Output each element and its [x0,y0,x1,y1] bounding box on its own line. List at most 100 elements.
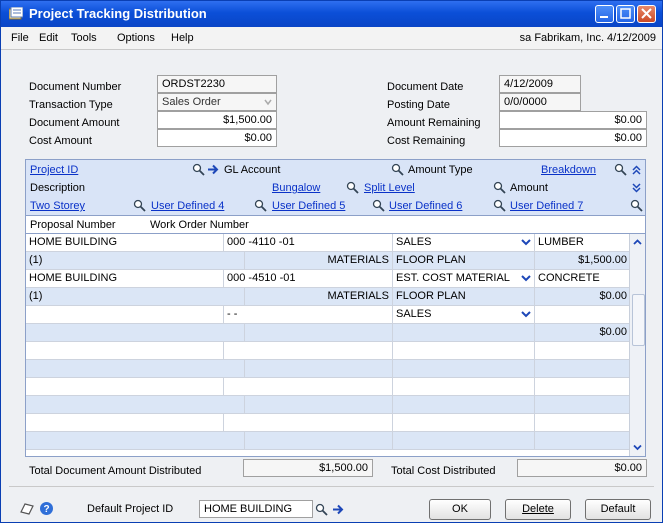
table-cell[interactable]: HOME BUILDING [26,234,224,251]
table-row[interactable] [26,360,631,378]
posting-date-field[interactable]: 0/0/0000 [499,93,581,111]
lookup-icon[interactable] [630,199,643,212]
menu-tools[interactable]: Tools [71,32,97,44]
user-defined-4-link[interactable]: User Defined 4 [151,197,224,215]
document-date-field[interactable]: 4/12/2009 [499,75,581,93]
lookup-icon[interactable] [614,163,627,176]
table-row[interactable]: (1) MATERIALS FLOOR PLAN $1,500.00 [26,252,631,270]
table-cell[interactable]: HOME BUILDING [26,270,224,287]
table-row[interactable] [26,414,631,432]
chevron-down-icon[interactable] [519,235,533,249]
table-cell[interactable] [26,414,224,431]
scroll-down-icon[interactable] [631,441,644,454]
table-cell[interactable] [26,432,245,449]
table-row[interactable]: HOME BUILDING 000 -4110 -01 SALES LUMBER [26,234,631,252]
chevron-down-icon[interactable] [519,307,533,321]
table-cell[interactable] [393,342,535,359]
menu-file[interactable]: File [11,32,29,44]
breakdown-link[interactable]: Breakdown [541,161,596,179]
table-cell[interactable]: LUMBER [535,234,631,251]
table-cell[interactable] [393,432,535,449]
table-cell[interactable] [26,360,245,377]
expand-down-icon[interactable] [630,181,643,194]
table-cell[interactable] [224,378,393,395]
table-cell[interactable]: $1,500.00 [535,252,631,269]
split-level-link[interactable]: Split Level [364,179,415,197]
table-cell[interactable]: FLOOR PLAN [393,252,535,269]
document-amount-field[interactable]: $1,500.00 [157,111,277,129]
arrow-right-icon[interactable] [207,163,220,176]
table-cell[interactable]: SALES [393,306,535,323]
grid-scrollbar[interactable] [629,234,645,456]
cost-remaining-field[interactable]: $0.00 [499,129,647,147]
table-row[interactable] [26,432,631,450]
table-cell[interactable]: FLOOR PLAN [393,288,535,305]
default-button[interactable]: Default [585,499,651,520]
menu-options[interactable]: Options [117,32,155,44]
table-cell[interactable]: (1) [26,252,245,269]
bungalow-link[interactable]: Bungalow [272,179,320,197]
table-cell[interactable] [26,396,245,413]
lookup-icon[interactable] [391,163,404,176]
menu-help[interactable]: Help [171,32,194,44]
table-cell[interactable] [245,396,393,413]
table-row[interactable]: $0.00 [26,324,631,342]
table-cell[interactable]: EST. COST MATERIAL [393,270,535,287]
table-cell[interactable]: - - [224,306,393,323]
lookup-icon[interactable] [133,199,146,212]
table-cell[interactable]: MATERIALS [245,288,393,305]
table-cell[interactable] [535,432,631,449]
table-row[interactable] [26,396,631,414]
table-cell[interactable] [393,360,535,377]
table-cell[interactable] [224,342,393,359]
table-cell[interactable] [26,324,245,341]
table-cell[interactable] [535,414,631,431]
lookup-icon[interactable] [346,181,359,194]
cost-amount-field[interactable]: $0.00 [157,129,277,147]
document-number-field[interactable]: ORDST2230 [157,75,277,93]
user-defined-7-link[interactable]: User Defined 7 [510,197,583,215]
table-cell[interactable]: $0.00 [535,288,631,305]
default-project-id-field[interactable]: HOME BUILDING [199,500,313,518]
table-cell[interactable]: (1) [26,288,245,305]
minimize-button[interactable] [595,5,614,23]
table-cell[interactable] [26,306,224,323]
help-icon[interactable]: ? [39,501,54,516]
menu-edit[interactable]: Edit [39,32,58,44]
table-cell[interactable] [245,324,393,341]
table-cell[interactable] [393,396,535,413]
chevron-down-icon[interactable] [519,271,533,285]
table-cell[interactable] [224,414,393,431]
user-defined-5-link[interactable]: User Defined 5 [272,197,345,215]
table-cell[interactable]: SALES [393,234,535,251]
table-cell[interactable] [535,342,631,359]
table-cell[interactable] [535,378,631,395]
table-cell[interactable]: 000 -4110 -01 [224,234,393,251]
lookup-icon[interactable] [254,199,267,212]
note-icon[interactable] [19,502,35,516]
lookup-icon[interactable] [493,181,506,194]
table-row[interactable] [26,342,631,360]
table-cell[interactable] [535,360,631,377]
table-cell[interactable] [26,342,224,359]
lookup-icon[interactable] [493,199,506,212]
table-cell[interactable] [245,432,393,449]
lookup-icon[interactable] [372,199,385,212]
user-defined-6-link[interactable]: User Defined 6 [389,197,462,215]
table-cell[interactable] [245,360,393,377]
collapse-up-icon[interactable] [630,163,643,176]
table-row[interactable]: HOME BUILDING 000 -4510 -01 EST. COST MATE… [26,270,631,288]
table-cell[interactable] [393,414,535,431]
maximize-button[interactable] [616,5,635,23]
table-cell[interactable]: $0.00 [535,324,631,341]
table-row[interactable]: (1) MATERIALS FLOOR PLAN $0.00 [26,288,631,306]
delete-button[interactable]: Delete [505,499,571,520]
two-storey-link[interactable]: Two Storey [30,197,85,215]
table-cell[interactable] [535,396,631,413]
ok-button[interactable]: OK [429,499,491,520]
table-cell[interactable] [26,378,224,395]
table-cell[interactable] [535,306,631,323]
scroll-thumb[interactable] [632,294,645,346]
project-id-link[interactable]: Project ID [30,161,78,179]
table-cell[interactable]: MATERIALS [245,252,393,269]
